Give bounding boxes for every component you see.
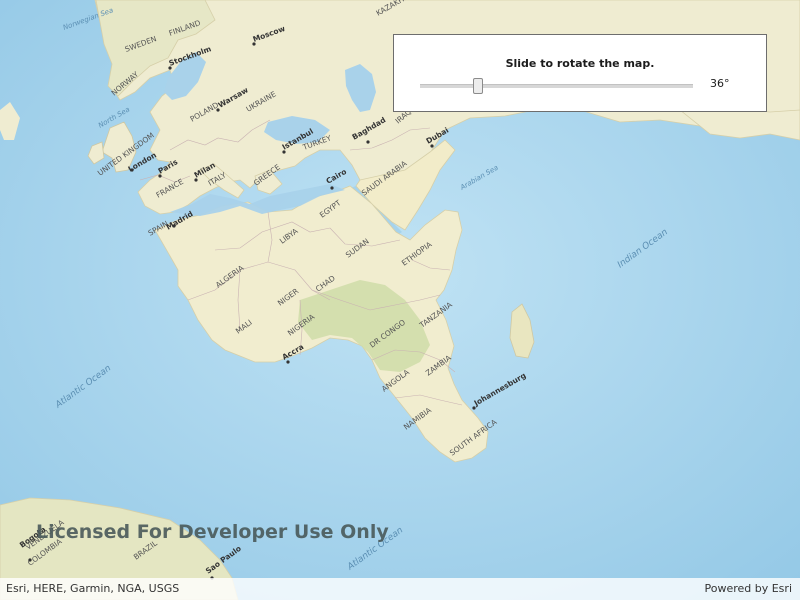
rotation-slider[interactable] — [420, 78, 693, 94]
powered-by-esri[interactable]: Powered by Esri — [704, 582, 792, 595]
slider-thumb[interactable] — [473, 78, 483, 94]
slider-track[interactable] — [420, 84, 693, 88]
rotation-control-panel: Slide to rotate the map. 36° — [393, 34, 767, 112]
attribution-bar: Esri, HERE, Garmin, NGA, USGS Powered by… — [0, 578, 800, 600]
developer-watermark: Licensed For Developer Use Only — [36, 521, 389, 543]
rotation-value-label: 36° — [710, 77, 730, 90]
map-app: SWEDEN FINLAND NORWAY POLAND UKRAINE UNI… — [0, 0, 800, 600]
rotation-instruction-label: Slide to rotate the map. — [505, 57, 655, 70]
attribution-text: Esri, HERE, Garmin, NGA, USGS — [6, 582, 180, 595]
